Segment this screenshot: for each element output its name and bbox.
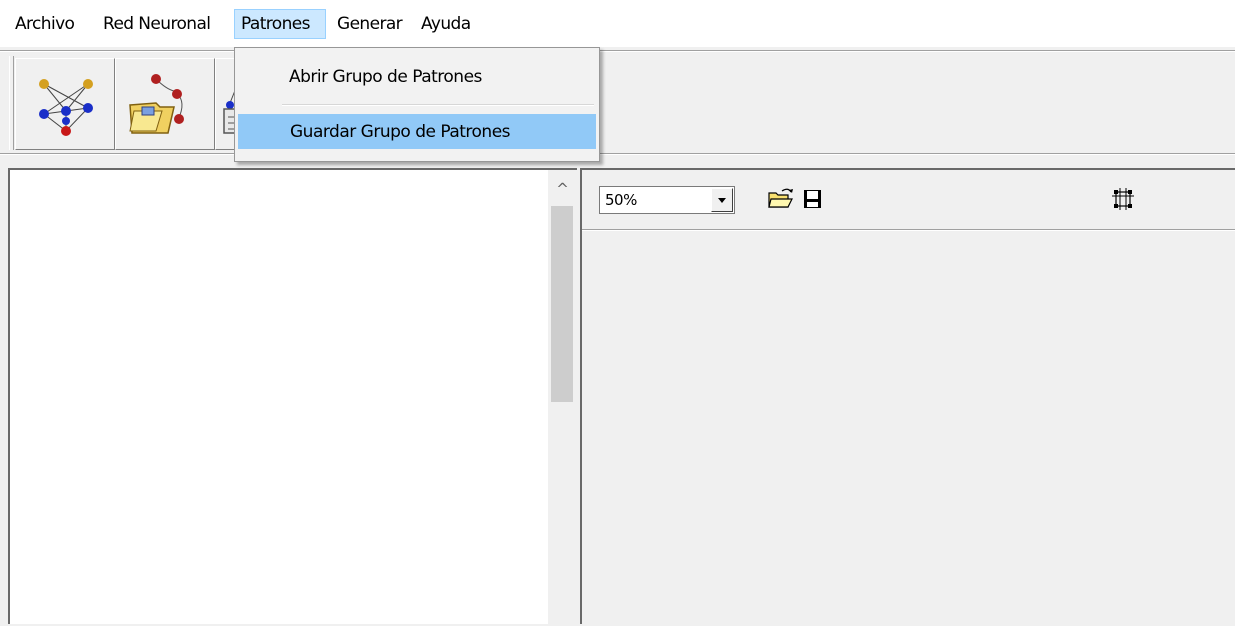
neural-network-icon bbox=[39, 79, 93, 136]
menu-generar[interactable]: Generar bbox=[331, 9, 408, 39]
view-toolbar-divider bbox=[582, 230, 1235, 231]
save-disk-icon bbox=[804, 190, 821, 208]
menu-bar: Archivo Red Neuronal Patrones Generar Ay… bbox=[0, 0, 1235, 47]
menu-patrones[interactable]: Patrones bbox=[234, 9, 326, 39]
pattern-list-panel[interactable]: ^ bbox=[8, 168, 577, 626]
toolbar-grip[interactable] bbox=[9, 56, 14, 150]
chevron-down-icon[interactable] bbox=[711, 188, 733, 212]
zoom-value: 50% bbox=[605, 191, 637, 209]
menu-archivo[interactable]: Archivo bbox=[9, 9, 80, 39]
menu-red-neuronal[interactable]: Red Neuronal bbox=[97, 9, 216, 39]
pattern-view-panel: 50% bbox=[580, 168, 1235, 624]
open-network-button[interactable] bbox=[115, 58, 215, 150]
open-pattern-button[interactable] bbox=[762, 182, 796, 216]
toolbar-divider bbox=[0, 51, 1235, 52]
open-network-folder-icon bbox=[129, 74, 184, 134]
new-network-button[interactable] bbox=[15, 58, 115, 150]
toolbar-divider bbox=[0, 154, 1235, 155]
scrollbar-thumb[interactable] bbox=[551, 206, 573, 402]
menu-separator bbox=[282, 105, 594, 106]
vertical-scrollbar[interactable]: ^ bbox=[548, 170, 577, 626]
zoom-select[interactable]: 50% bbox=[599, 186, 735, 214]
scroll-up-arrow-icon[interactable]: ^ bbox=[548, 170, 577, 205]
patrones-dropdown-menu: Abrir Grupo de Patrones Guardar Grupo de… bbox=[234, 47, 600, 162]
menu-item-abrir-grupo-patrones[interactable]: Abrir Grupo de Patrones bbox=[238, 60, 596, 95]
menu-item-guardar-grupo-patrones[interactable]: Guardar Grupo de Patrones bbox=[238, 114, 596, 149]
menu-ayuda[interactable]: Ayuda bbox=[415, 9, 477, 39]
save-pattern-button[interactable] bbox=[795, 182, 829, 216]
open-folder-icon bbox=[768, 188, 793, 208]
fit-selection-button[interactable] bbox=[1106, 182, 1140, 216]
fit-selection-icon bbox=[1112, 188, 1134, 210]
